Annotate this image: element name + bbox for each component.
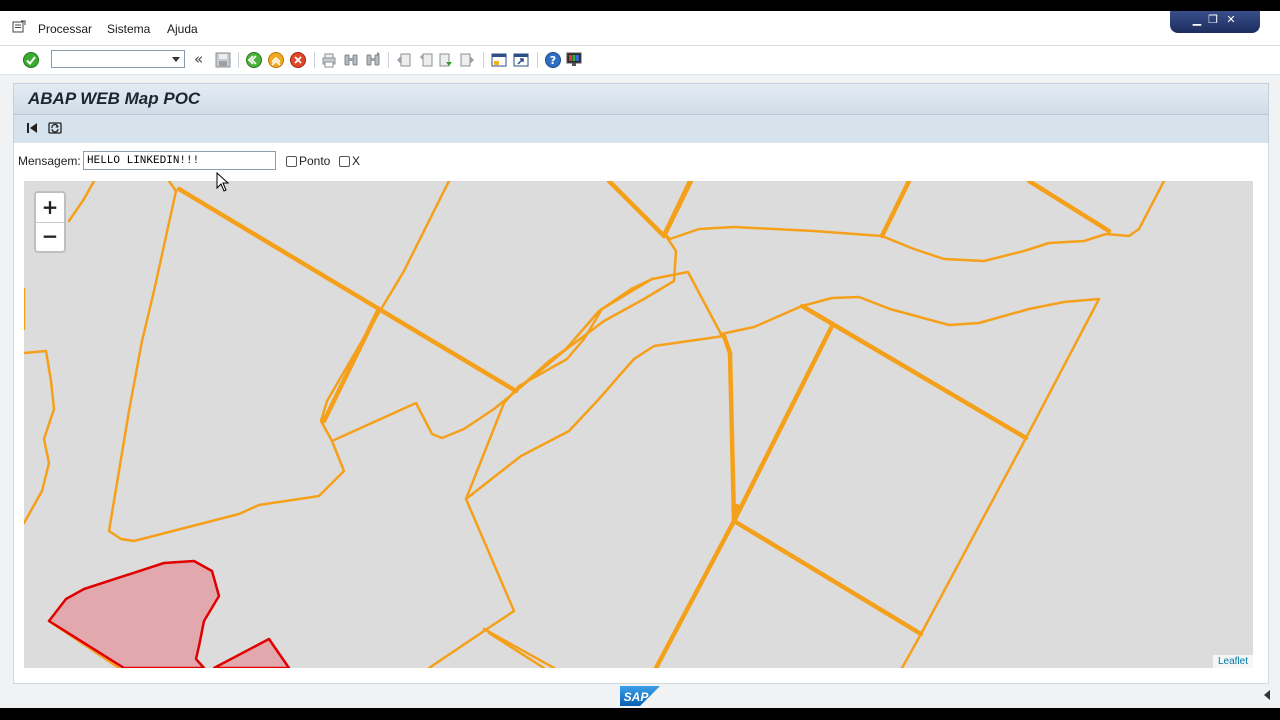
status-bar: SAP: [0, 684, 1280, 708]
system-toolbar: « ?: [0, 46, 1280, 75]
ponto-label: Ponto: [299, 154, 331, 168]
find-next-icon[interactable]: [364, 51, 382, 69]
road: [721, 333, 740, 524]
parcel-outline: [719, 295, 1101, 336]
menu-icon[interactable]: [12, 20, 26, 34]
command-field[interactable]: [51, 50, 185, 68]
x-label: X: [352, 154, 361, 168]
close-icon[interactable]: ✕: [1224, 13, 1238, 27]
zoom-in-button[interactable]: +: [36, 193, 64, 223]
first-record-icon[interactable]: [24, 120, 40, 136]
layout-icon[interactable]: [565, 51, 583, 69]
restore-icon[interactable]: ❐: [1206, 13, 1220, 27]
chevron-down-icon[interactable]: [172, 57, 180, 62]
exit-icon[interactable]: [267, 51, 285, 69]
toolbar-separator: [483, 52, 484, 68]
road: [731, 518, 924, 637]
message-label: Mensagem:: [18, 154, 81, 168]
road: [731, 323, 835, 524]
first-page-icon[interactable]: [395, 51, 413, 69]
zoom-out-button[interactable]: −: [36, 223, 64, 251]
new-session-icon[interactable]: [490, 51, 508, 69]
zoom-control: + −: [34, 191, 66, 253]
application-toolbar: [13, 114, 1269, 144]
cancel-icon[interactable]: [289, 51, 307, 69]
parcel-outline: [24, 287, 56, 525]
parcel-outline: [464, 334, 726, 501]
find-icon[interactable]: [342, 51, 360, 69]
window-controls: ▁ ❐ ✕: [1170, 11, 1260, 33]
road: [653, 518, 737, 668]
menu-bar: Processar Sistema Ajuda ▁ ❐ ✕: [0, 11, 1280, 46]
enter-icon[interactable]: [22, 51, 40, 69]
parcel-outline: [514, 270, 723, 393]
map-parcels-layer: [24, 181, 1166, 668]
road: [321, 306, 382, 424]
x-checkbox[interactable]: [339, 156, 350, 167]
road: [176, 186, 519, 394]
refresh-icon[interactable]: [47, 120, 63, 136]
parcel-outline: [67, 181, 96, 223]
selected-parcel: [212, 637, 291, 668]
toolbar-separator: [314, 52, 315, 68]
content-area: Mensagem: Ponto X: [13, 143, 1269, 684]
help-icon[interactable]: ?: [544, 51, 562, 69]
road: [799, 303, 1029, 441]
menu-item-sistema[interactable]: Sistema: [107, 22, 150, 36]
mouse-cursor-icon: [216, 172, 230, 192]
parcel-outline: [107, 181, 451, 543]
status-collapse-icon[interactable]: [1264, 690, 1270, 700]
sap-logo: SAP: [620, 686, 660, 706]
ponto-checkbox[interactable]: [286, 156, 297, 167]
save-icon[interactable]: [214, 51, 232, 69]
road: [879, 181, 912, 239]
previous-page-icon[interactable]: [417, 51, 435, 69]
minimize-icon[interactable]: ▁: [1190, 13, 1204, 27]
collapse-toolbar-icon[interactable]: «: [194, 50, 203, 68]
shortcut-icon[interactable]: [512, 51, 530, 69]
menu-item-ajuda[interactable]: Ajuda: [167, 22, 198, 36]
message-input[interactable]: [83, 151, 276, 170]
print-icon[interactable]: [320, 51, 338, 69]
title-bar: ABAP WEB Map POC: [13, 83, 1269, 115]
menu-item-processar[interactable]: Processar: [38, 22, 92, 36]
map-attribution-link[interactable]: Leaflet: [1212, 655, 1253, 668]
svg-text:SAP: SAP: [624, 690, 650, 704]
svg-text:?: ?: [550, 54, 556, 67]
road: [606, 181, 667, 239]
toolbar-separator: [537, 52, 538, 68]
page-title: ABAP WEB Map POC: [28, 89, 201, 108]
toolbar-separator: [388, 52, 389, 68]
road: [1026, 181, 1112, 234]
parcel-outline: [427, 277, 654, 668]
back-icon[interactable]: [245, 51, 263, 69]
parcel-outline: [482, 627, 556, 668]
road: [661, 181, 694, 239]
toolbar-separator: [238, 52, 239, 68]
selected-parcel: [47, 559, 221, 668]
sap-window: Processar Sistema Ajuda ▁ ❐ ✕ « ? ABAP W…: [0, 11, 1280, 708]
map-container[interactable]: + − Leaflet: [24, 181, 1253, 668]
last-page-icon[interactable]: [458, 51, 476, 69]
next-page-icon[interactable]: [437, 51, 455, 69]
parcel-outline: [900, 297, 1101, 668]
